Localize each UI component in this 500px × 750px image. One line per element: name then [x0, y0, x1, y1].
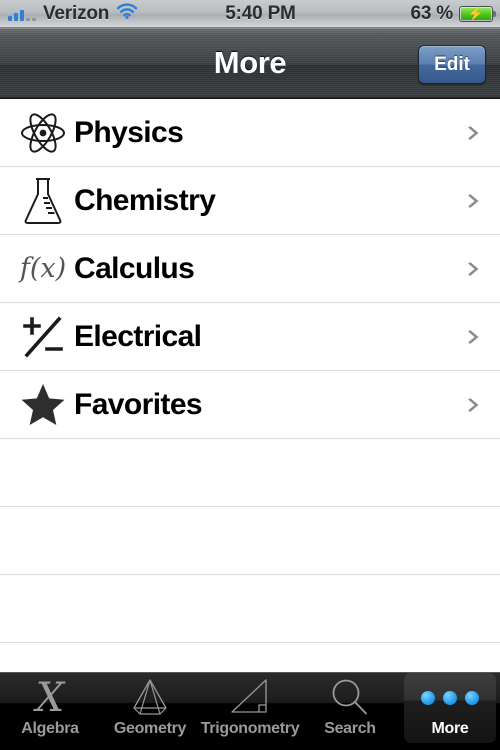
- magnifier-icon: [329, 677, 371, 719]
- tab-geometry[interactable]: Geometry: [100, 673, 200, 750]
- algebra-x-icon: X: [35, 675, 65, 721]
- page-title: More: [213, 45, 287, 80]
- status-bar-left: Verizon: [0, 3, 178, 25]
- flask-icon: [12, 175, 74, 227]
- list-item-label: Favorites: [74, 387, 203, 421]
- empty-list-row: [0, 507, 500, 575]
- tab-search[interactable]: Search: [300, 673, 400, 750]
- star-icon: [12, 379, 74, 431]
- chevron-right-icon: [467, 329, 480, 344]
- list-item-label: Chemistry: [74, 183, 216, 217]
- tab-label: Search: [324, 720, 376, 737]
- chevron-right-icon: [467, 193, 480, 208]
- chevron-right-icon: [467, 261, 480, 276]
- list-item-label: Physics: [74, 115, 184, 149]
- plus-minus-icon: [12, 311, 74, 363]
- battery-charging-icon: ⚡: [459, 5, 496, 22]
- tab-label: Algebra: [21, 720, 79, 737]
- right-triangle-icon: [228, 677, 272, 719]
- status-bar-right: 63 % ⚡: [343, 3, 500, 25]
- atom-icon: [12, 107, 74, 159]
- empty-list-row: [0, 575, 500, 643]
- tab-algebra[interactable]: X Algebra: [0, 673, 100, 750]
- tab-label: More: [431, 720, 469, 737]
- status-bar-center: 5:40 PM: [178, 3, 343, 25]
- list-item-label: Calculus: [74, 251, 195, 285]
- signal-bars-icon: [8, 7, 36, 21]
- edit-button[interactable]: Edit: [418, 45, 486, 84]
- carrier-name: Verizon: [43, 2, 110, 24]
- battery-percent-label: 63 %: [410, 2, 453, 24]
- wifi-icon: [116, 3, 138, 24]
- list-item-chemistry[interactable]: Chemistry: [0, 167, 500, 235]
- navigation-bar: More Edit: [0, 28, 500, 99]
- tab-label: Geometry: [113, 720, 187, 737]
- list-item-calculus[interactable]: f(x) Calculus: [0, 235, 500, 303]
- function-fx-icon: f(x): [19, 253, 67, 284]
- tab-more[interactable]: More: [400, 673, 500, 750]
- tab-bar: X Algebra Geometry Trigonometry Search M…: [0, 672, 500, 750]
- status-bar: Verizon 5:40 PM 63 % ⚡: [0, 0, 500, 28]
- list-item-label: Electrical: [74, 319, 202, 353]
- chevron-right-icon: [467, 397, 480, 412]
- more-list[interactable]: Physics Chemistry f(x) Calculus Electric…: [0, 99, 500, 672]
- tab-label: Trigonometry: [200, 720, 300, 737]
- three-dots-icon: [421, 677, 479, 719]
- list-item-physics[interactable]: Physics: [0, 99, 500, 167]
- empty-list-row: [0, 439, 500, 507]
- edit-button-label: Edit: [434, 53, 470, 75]
- list-item-favorites[interactable]: Favorites: [0, 371, 500, 439]
- iphone-screen: Verizon 5:40 PM 63 % ⚡ More Edit Physics…: [0, 0, 500, 750]
- empty-list-row: [0, 643, 500, 672]
- status-bar-time: 5:40 PM: [225, 2, 296, 24]
- chevron-right-icon: [467, 125, 480, 140]
- pyramid-icon: [127, 677, 173, 719]
- tab-trigonometry[interactable]: Trigonometry: [200, 673, 300, 750]
- list-item-electrical[interactable]: Electrical: [0, 303, 500, 371]
